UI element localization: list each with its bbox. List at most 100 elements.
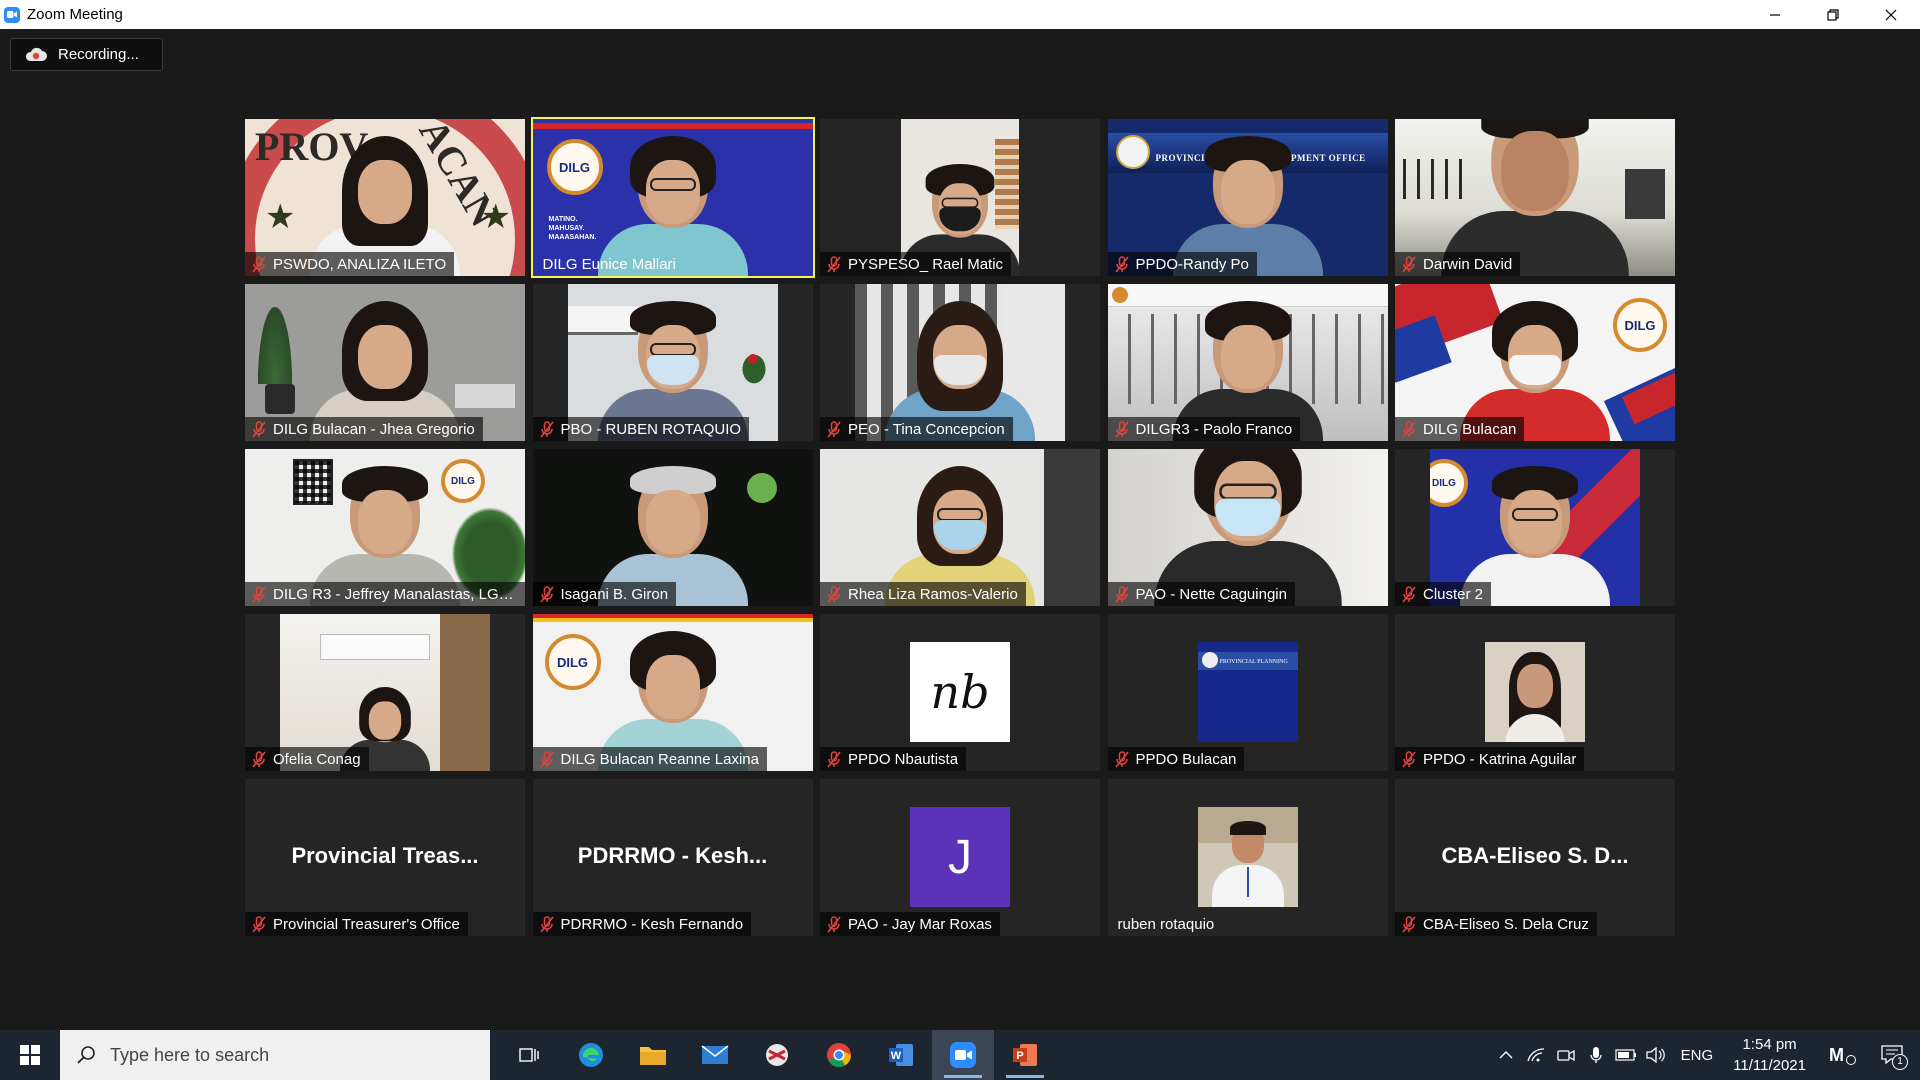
participant-tile[interactable]: J PAO - Jay Mar Roxas bbox=[820, 779, 1100, 936]
search-icon bbox=[77, 1046, 95, 1064]
taskbar-app-zoom[interactable] bbox=[932, 1030, 994, 1080]
action-center-button[interactable]: 1 bbox=[1864, 1030, 1920, 1080]
cloud-recording-icon bbox=[25, 47, 47, 61]
show-hidden-icons-button[interactable] bbox=[1491, 1030, 1521, 1080]
zoom-app-icon bbox=[4, 6, 20, 23]
participant-tile[interactable]: PROV ACAN ★ ★ PSWDO, ANALIZA ILETO bbox=[245, 119, 525, 276]
taskbar-app-snip[interactable] bbox=[746, 1030, 808, 1080]
recording-label: Recording... bbox=[58, 46, 139, 63]
participant-display-name: CBA-Eliseo S. D... bbox=[1441, 843, 1629, 868]
search-input[interactable] bbox=[108, 1043, 442, 1067]
muted-mic-icon bbox=[539, 420, 554, 437]
participant-tile[interactable]: DILGR3 - Paolo Franco bbox=[1107, 284, 1388, 441]
participant-name: PAO - Nette Caguingin bbox=[1135, 585, 1287, 603]
participant-name: Cluster 2 bbox=[1423, 585, 1484, 603]
participant-tile[interactable]: PAO - Nette Caguingin bbox=[1107, 449, 1388, 606]
taskbar-app-powerpoint[interactable]: P bbox=[994, 1030, 1056, 1080]
participant-tile[interactable]: PBO - RUBEN ROTAQUIO bbox=[532, 284, 813, 441]
notification-count-badge: 1 bbox=[1892, 1054, 1908, 1070]
participant-tile[interactable]: DILG Cluster 2 bbox=[1395, 449, 1675, 606]
participant-tile[interactable]: Rhea Liza Ramos-Valerio bbox=[820, 449, 1100, 606]
edge-browser-icon bbox=[579, 1043, 603, 1067]
participant-name: ruben rotaquio bbox=[1117, 915, 1215, 933]
restore-button[interactable] bbox=[1804, 0, 1862, 29]
participant-name: Darwin David bbox=[1423, 255, 1513, 273]
minimize-button[interactable] bbox=[1746, 0, 1804, 29]
participant-tile[interactable]: Ofelia Conag bbox=[245, 614, 525, 771]
participant-tile[interactable]: PYSPESO_ Rael Matic bbox=[820, 119, 1100, 276]
recording-indicator[interactable]: Recording... bbox=[10, 38, 163, 71]
taskbar-app-mail[interactable] bbox=[684, 1030, 746, 1080]
taskbar-app-chrome[interactable] bbox=[808, 1030, 870, 1080]
participant-name-bar: DILGR3 - Paolo Franco bbox=[1107, 417, 1301, 441]
participant-tile[interactable]: Provincial Treas... Provincial Treasurer… bbox=[245, 779, 525, 936]
seal-logo bbox=[1115, 135, 1150, 169]
participant-name: PPDO - Katrina Aguilar bbox=[1423, 750, 1577, 768]
task-view-button[interactable] bbox=[498, 1030, 560, 1080]
muted-mic-icon bbox=[827, 915, 841, 932]
clock-date: 11/11/2021 bbox=[1733, 1057, 1806, 1074]
participant-tile[interactable]: PDRRMO - Kesh... PDRRMO - Kesh Fernando bbox=[532, 779, 813, 936]
muted-mic-icon bbox=[1114, 750, 1129, 767]
participant-tile[interactable]: Darwin David bbox=[1395, 119, 1675, 276]
participant-name-bar: PAO - Nette Caguingin bbox=[1107, 582, 1295, 606]
muted-mic-icon bbox=[252, 915, 266, 932]
muted-mic-icon bbox=[539, 750, 554, 767]
participant-name-bar: DILG Bulacan Reanne Laxina bbox=[532, 747, 767, 771]
participant-tile-active-speaker[interactable]: DILG MATINO. MAHUSAY. MAAASAHAN. DILG Eu… bbox=[530, 117, 815, 278]
clock[interactable]: 1:54 pm 11/11/2021 bbox=[1733, 1034, 1806, 1076]
participant-tile[interactable]: DILG DILG Bulacan bbox=[1395, 284, 1675, 441]
volume-button[interactable] bbox=[1641, 1030, 1671, 1080]
powerpoint-icon: P bbox=[1013, 1044, 1037, 1066]
participant-tile[interactable]: PROVINCIAL PLANNING PPDO Bulacan bbox=[1107, 614, 1388, 771]
participant-tile[interactable]: ruben rotaquio bbox=[1107, 779, 1388, 936]
taskbar-app-file-explorer[interactable] bbox=[622, 1030, 684, 1080]
input-language-indicator[interactable]: ENG bbox=[1681, 1047, 1714, 1064]
ime-mode-icon: M bbox=[1829, 1045, 1856, 1065]
participant-avatar bbox=[1197, 807, 1298, 907]
participant-name: DILGR3 - Paolo Franco bbox=[1135, 420, 1293, 438]
system-tray: ENG 1:54 pm 11/11/2021 M 1 bbox=[1491, 1030, 1920, 1080]
participant-tile[interactable]: PROVINCIAL PLAN DEVELOPMENT OFFICE PPDO-… bbox=[1107, 119, 1388, 276]
wifi-icon bbox=[1526, 1048, 1544, 1062]
participant-name-bar: DILG Bulacan - Jhea Gregorio bbox=[245, 417, 483, 441]
close-button[interactable] bbox=[1862, 0, 1920, 29]
taskbar-search-box[interactable] bbox=[60, 1030, 490, 1080]
microphone-in-use-button[interactable] bbox=[1581, 1030, 1611, 1080]
participant-name: DILG Eunice Mallari bbox=[542, 255, 676, 273]
muted-mic-icon bbox=[539, 915, 554, 932]
participant-avatar: J bbox=[910, 807, 1010, 907]
minimize-icon bbox=[1770, 13, 1780, 16]
restore-icon bbox=[1827, 8, 1839, 21]
clock-time: 1:54 pm bbox=[1742, 1036, 1797, 1053]
participant-name: DILG Bulacan bbox=[1423, 420, 1517, 438]
meet-now-button[interactable]: M bbox=[1820, 1030, 1864, 1080]
participant-name: PSWDO, ANALIZA ILETO bbox=[273, 255, 447, 273]
participant-tile[interactable]: DILG DILG R3 - Jeffrey Manalastas, LGO..… bbox=[245, 449, 525, 606]
window-title-bar: Zoom Meeting bbox=[0, 0, 1920, 29]
avatar-logo-text: nb bbox=[930, 665, 990, 719]
participant-avatar bbox=[1485, 642, 1585, 742]
participant-name-bar: PPDO-Randy Po bbox=[1107, 252, 1257, 276]
start-button[interactable] bbox=[0, 1030, 60, 1080]
muted-mic-icon bbox=[1114, 255, 1129, 272]
participant-tile[interactable]: PEO - Tina Concepcion bbox=[820, 284, 1100, 441]
participant-tile[interactable]: DILG Bulacan - Jhea Gregorio bbox=[245, 284, 525, 441]
participant-name-bar: PDRRMO - Kesh Fernando bbox=[532, 912, 752, 936]
logo-badge bbox=[746, 473, 777, 503]
participant-name: Provincial Treasurer's Office bbox=[273, 915, 460, 933]
participant-tile[interactable]: nb PPDO Nbautista bbox=[820, 614, 1100, 771]
participant-name: PEO - Tina Concepcion bbox=[848, 420, 1005, 438]
taskbar-app-edge[interactable] bbox=[560, 1030, 622, 1080]
gallery-view: PROV ACAN ★ ★ PSWDO, ANALIZA ILETO DILG … bbox=[245, 117, 1675, 938]
network-button[interactable] bbox=[1521, 1030, 1551, 1080]
word-icon: W bbox=[889, 1044, 913, 1066]
participant-tile[interactable]: Isagani B. Giron bbox=[532, 449, 813, 606]
participant-tile[interactable]: CBA-Eliseo S. D... CBA-Eliseo S. Dela Cr… bbox=[1395, 779, 1675, 936]
camera-in-use-button[interactable] bbox=[1551, 1030, 1581, 1080]
mail-icon bbox=[701, 1045, 729, 1064]
participant-tile[interactable]: PPDO - Katrina Aguilar bbox=[1395, 614, 1675, 771]
taskbar-app-word[interactable]: W bbox=[870, 1030, 932, 1080]
participant-tile[interactable]: DILG DILG Bulacan Reanne Laxina bbox=[532, 614, 813, 771]
battery-button[interactable] bbox=[1611, 1030, 1641, 1080]
